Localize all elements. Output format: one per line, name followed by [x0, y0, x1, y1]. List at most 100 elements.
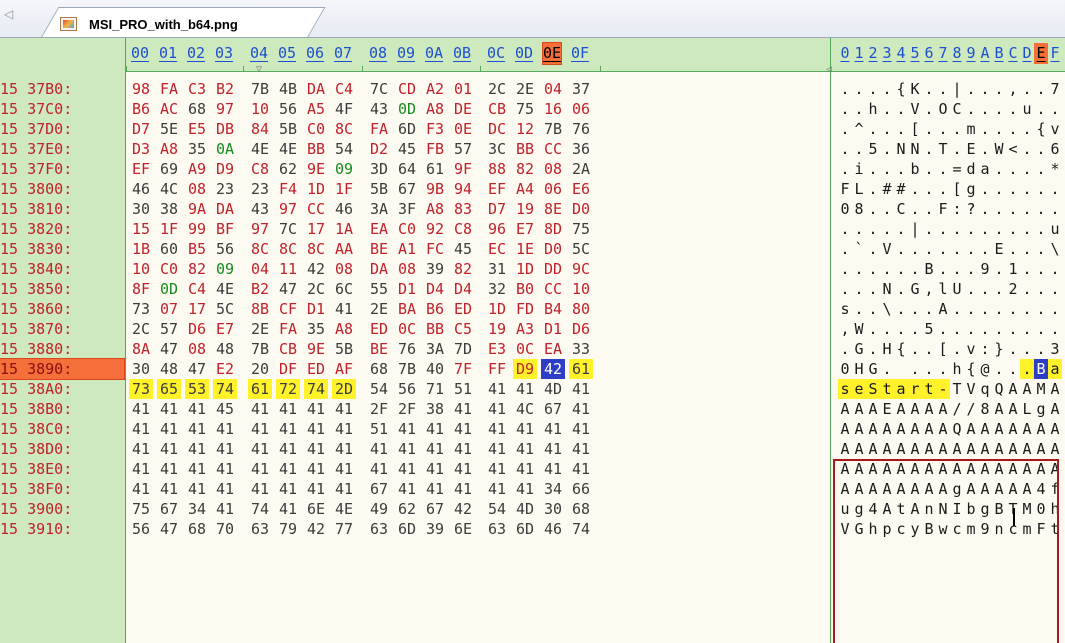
hex-byte[interactable]: 41	[304, 399, 328, 419]
text-char[interactable]: .	[1006, 239, 1020, 259]
text-char[interactable]: .	[866, 239, 880, 259]
hex-byte[interactable]: B0	[513, 279, 537, 299]
row-address[interactable]: 15 38B0:	[0, 399, 72, 419]
hex-byte[interactable]: 66	[569, 479, 593, 499]
text-char[interactable]: .	[992, 199, 1006, 219]
text-char[interactable]: .	[950, 259, 964, 279]
text-char[interactable]: .	[866, 159, 880, 179]
hex-byte[interactable]: 80	[569, 299, 593, 319]
text-char[interactable]: {	[1034, 119, 1048, 139]
hex-byte[interactable]: 41	[129, 479, 153, 499]
text-char[interactable]: .	[1020, 279, 1034, 299]
hex-byte[interactable]: 74	[248, 499, 272, 519]
hex-byte[interactable]: 2F	[367, 399, 391, 419]
hex-byte[interactable]: 41	[485, 419, 509, 439]
text-char[interactable]: u	[1020, 99, 1034, 119]
text-column-header-7[interactable]: 7	[936, 43, 950, 64]
text-char[interactable]: .	[978, 99, 992, 119]
column-header-06[interactable]: 06	[306, 43, 324, 64]
hex-byte[interactable]: 6D	[395, 119, 419, 139]
hex-byte[interactable]: 7C	[276, 219, 300, 239]
hex-byte[interactable]: 41	[185, 419, 209, 439]
hex-byte[interactable]: 41	[395, 459, 419, 479]
hex-byte[interactable]: 41	[213, 439, 237, 459]
hex-byte[interactable]: 2E	[248, 319, 272, 339]
text-char[interactable]: s	[838, 379, 852, 399]
hex-byte[interactable]: 41	[451, 399, 475, 419]
hex-byte[interactable]: 19	[485, 319, 509, 339]
text-char[interactable]: .	[866, 199, 880, 219]
hex-byte[interactable]: 7C	[367, 79, 391, 99]
text-char[interactable]: .	[880, 139, 894, 159]
triangle-left-icon[interactable]: ◁	[4, 7, 13, 21]
hex-byte[interactable]: 34	[185, 499, 209, 519]
hex-byte[interactable]: 1D	[304, 179, 328, 199]
hex-byte[interactable]: 41	[129, 439, 153, 459]
text-char[interactable]: .	[1006, 359, 1020, 379]
hex-byte[interactable]: 41	[541, 439, 565, 459]
hex-byte[interactable]: 3A	[423, 339, 447, 359]
hex-byte[interactable]: 9F	[451, 159, 475, 179]
hex-byte[interactable]: 41	[395, 419, 419, 439]
text-char[interactable]: 5	[866, 139, 880, 159]
text-char[interactable]: .	[978, 219, 992, 239]
text-char[interactable]: A	[894, 399, 908, 419]
text-char[interactable]: .	[894, 239, 908, 259]
hex-byte[interactable]: 43	[367, 99, 391, 119]
hex-byte[interactable]: BF	[213, 219, 237, 239]
hex-byte[interactable]: 41	[129, 459, 153, 479]
hex-editor-view[interactable]: 00 01 02 03 04 05 06 07 08 09 0A 0B 0C 0D 0E 0F 0 1 2 3 4 5 6 7…	[0, 38, 1065, 643]
text-char[interactable]: V	[880, 239, 894, 259]
row-address[interactable]: 15 3890:	[0, 358, 125, 380]
text-char[interactable]: .	[1048, 199, 1062, 219]
text-char[interactable]: .	[950, 339, 964, 359]
hex-byte[interactable]: E3	[485, 339, 509, 359]
hex-byte[interactable]: 41	[485, 439, 509, 459]
text-char[interactable]: M	[1034, 379, 1048, 399]
hex-byte[interactable]: 12	[513, 119, 537, 139]
hex-byte[interactable]: 51	[367, 419, 391, 439]
text-char[interactable]: -	[936, 379, 950, 399]
column-header-0a[interactable]: 0A	[425, 43, 443, 64]
hex-byte[interactable]: 48	[157, 359, 181, 379]
text-char[interactable]: .	[922, 79, 936, 99]
text-char[interactable]: .	[1006, 199, 1020, 219]
hex-byte[interactable]: 4E	[276, 139, 300, 159]
hex-byte[interactable]: 8C	[276, 239, 300, 259]
text-char[interactable]: .	[936, 319, 950, 339]
text-char[interactable]: .	[838, 239, 852, 259]
hex-byte[interactable]: B2	[213, 79, 237, 99]
hex-byte[interactable]: 41	[513, 439, 537, 459]
hex-byte[interactable]: CC	[541, 139, 565, 159]
text-char[interactable]: .	[908, 199, 922, 219]
hex-byte[interactable]: 82	[185, 259, 209, 279]
text-char[interactable]: .	[922, 299, 936, 319]
hex-byte[interactable]: DD	[541, 259, 565, 279]
file-tab-content[interactable]: MSI_PRO_with_b64.png	[60, 14, 238, 34]
text-char[interactable]: .	[936, 259, 950, 279]
hex-byte[interactable]: 3A	[367, 199, 391, 219]
column-header-0c[interactable]: 0C	[487, 43, 505, 64]
text-char[interactable]: .	[852, 299, 866, 319]
hex-byte[interactable]: 23	[248, 179, 272, 199]
hex-byte[interactable]: 10	[248, 99, 272, 119]
text-char[interactable]: .	[936, 159, 950, 179]
hex-byte[interactable]: FF	[485, 359, 509, 379]
hex-byte[interactable]: 56	[213, 239, 237, 259]
hex-byte[interactable]: 08	[541, 159, 565, 179]
text-column-header-f[interactable]: F	[1048, 43, 1062, 64]
hex-byte[interactable]: 96	[485, 219, 509, 239]
hex-byte[interactable]: 75	[129, 499, 153, 519]
hex-byte[interactable]: B6	[423, 299, 447, 319]
text-char[interactable]: .	[852, 279, 866, 299]
text-char[interactable]: .	[880, 199, 894, 219]
hex-byte[interactable]: BE	[367, 339, 391, 359]
text-char[interactable]: .	[880, 119, 894, 139]
text-char[interactable]: A	[880, 439, 894, 459]
hex-byte[interactable]: 42	[451, 499, 475, 519]
text-char[interactable]: .	[1034, 199, 1048, 219]
hex-byte[interactable]: D1	[304, 299, 328, 319]
hex-byte[interactable]: 41	[157, 399, 181, 419]
text-column-header-5[interactable]: 5	[908, 43, 922, 64]
hex-byte[interactable]: AF	[332, 359, 356, 379]
